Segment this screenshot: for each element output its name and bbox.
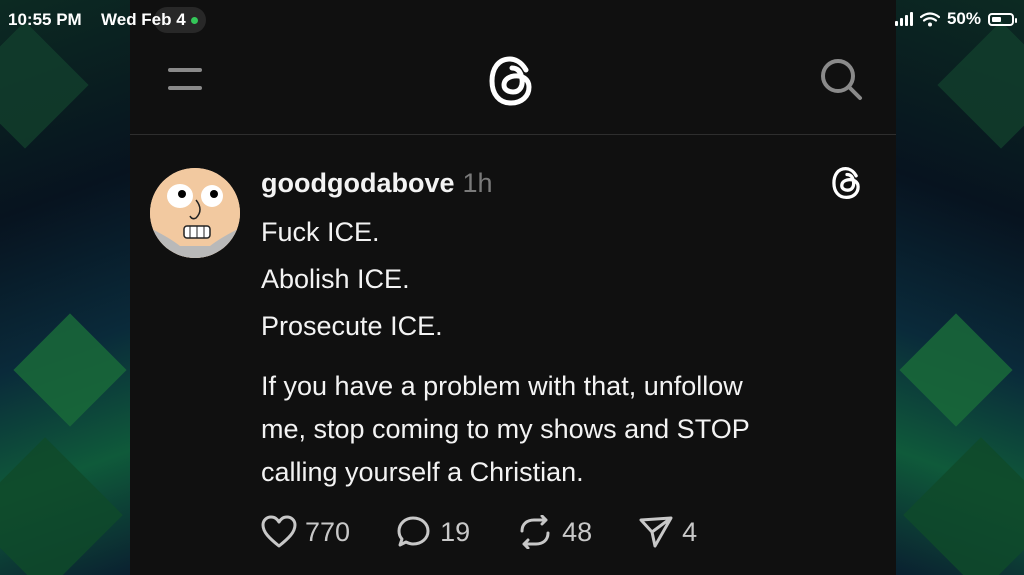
- battery-icon: [988, 12, 1017, 26]
- camera-indicator-dot: [191, 17, 198, 24]
- post-header: goodgodabove 1h: [261, 168, 493, 199]
- reply-button[interactable]: 19: [396, 515, 470, 549]
- comment-icon: [397, 516, 430, 547]
- wallpaper-right: [896, 0, 1024, 575]
- status-date: Wed Feb 4: [101, 10, 186, 29]
- like-button[interactable]: 770: [261, 515, 350, 549]
- avatar[interactable]: [150, 168, 240, 258]
- repost-icon: [520, 515, 550, 549]
- wifi-icon: [919, 11, 940, 26]
- like-count: 770: [305, 516, 351, 547]
- post-line: Fuck ICE.: [261, 217, 380, 247]
- post-paragraph-line: me, stop coming to my shows and STOP: [261, 414, 750, 444]
- post-time: 1h: [462, 168, 493, 198]
- post-line: Abolish ICE.: [261, 264, 410, 294]
- search-icon[interactable]: [818, 56, 864, 102]
- repost-button[interactable]: 48: [516, 515, 592, 549]
- wallpaper-gem: [899, 313, 1013, 427]
- heart-icon: [261, 515, 297, 548]
- threads-logo-icon[interactable]: [486, 54, 538, 108]
- username[interactable]: goodgodabove: [261, 168, 454, 198]
- post-actions: 770 19 48 4: [261, 515, 743, 549]
- share-button[interactable]: 4: [638, 515, 697, 549]
- battery-percent: 50%: [946, 9, 981, 28]
- share-count: 4: [682, 516, 698, 547]
- reply-count: 19: [440, 516, 471, 547]
- wallpaper-gem: [937, 21, 1024, 149]
- wallpaper-left: [0, 0, 130, 575]
- status-right: 50%: [894, 9, 1017, 29]
- status-time: 10:55 PM: [8, 10, 82, 29]
- post-paragraph-line: If you have a problem with that, unfollo…: [261, 371, 743, 401]
- menu-icon[interactable]: [168, 66, 202, 92]
- post-line: Prosecute ICE.: [261, 311, 443, 341]
- wallpaper-gem: [903, 437, 1024, 575]
- signal-icon: [894, 12, 913, 26]
- top-bar: [130, 40, 896, 135]
- post-paragraph-line: calling yourself a Christian.: [261, 457, 584, 487]
- wallpaper-gem: [0, 437, 123, 575]
- wallpaper-gem: [0, 21, 89, 149]
- status-bar: 10:55 PM Wed Feb 4 50%: [0, 0, 1024, 40]
- threads-app: goodgodabove 1h Fuck ICE. Abolish ICE. Pr…: [130, 0, 896, 575]
- threads-icon[interactable]: [830, 165, 864, 201]
- repost-count: 48: [562, 516, 593, 547]
- send-icon: [639, 516, 673, 548]
- wallpaper-gem: [13, 313, 127, 427]
